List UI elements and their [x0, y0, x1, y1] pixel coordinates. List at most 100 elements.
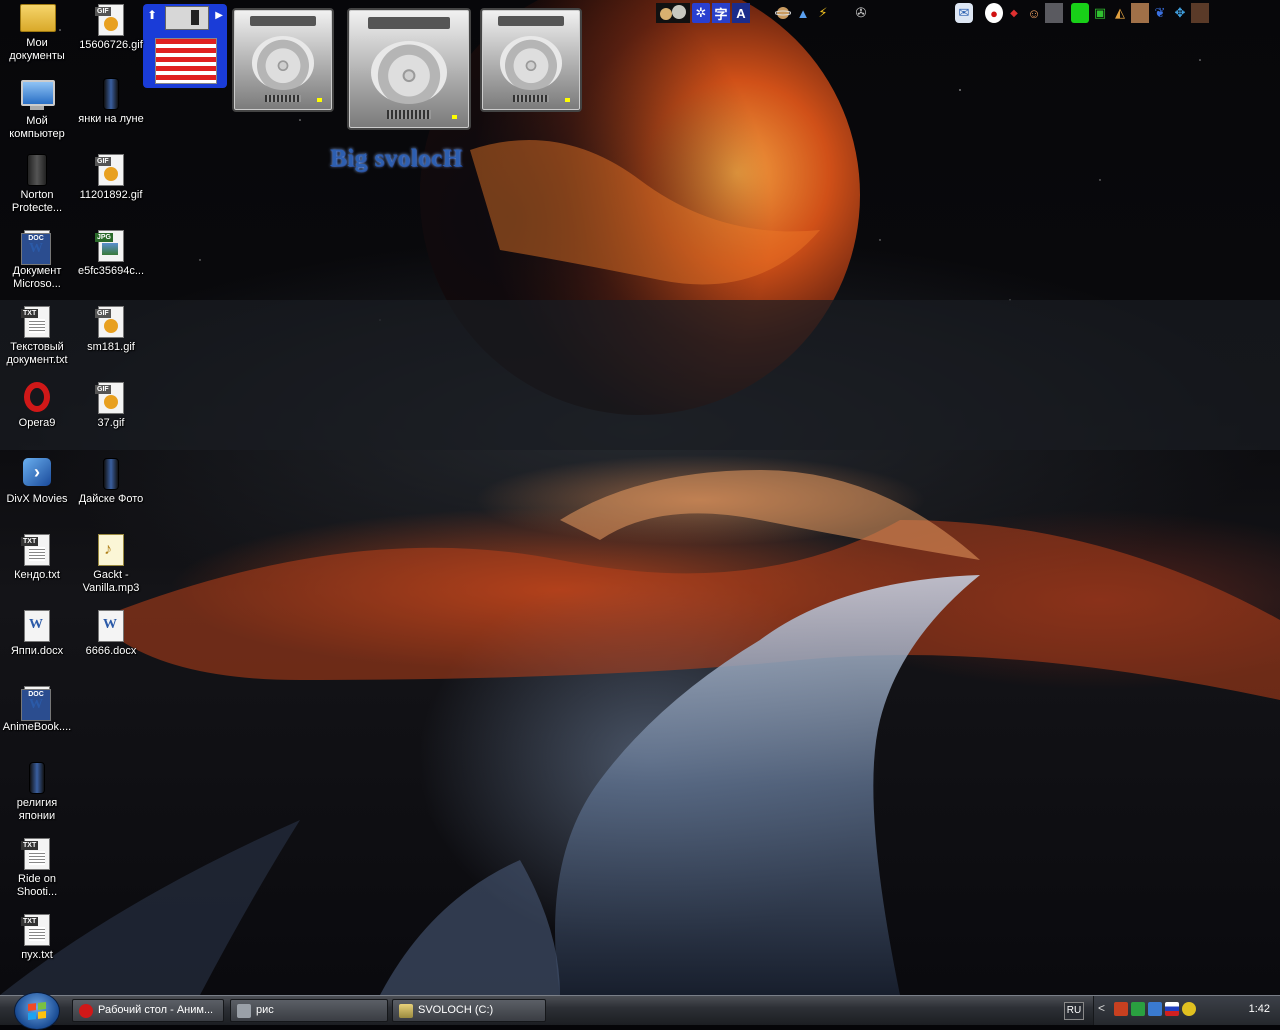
floppy-shutter — [165, 6, 209, 30]
icon-label: Ride on Shooti... — [16, 873, 58, 898]
tray-monitor-icon[interactable] — [1148, 1002, 1162, 1016]
triangle-icon[interactable]: ▲ — [794, 3, 812, 23]
flash-icon[interactable]: ⚡ — [814, 3, 832, 23]
floppy-drive-widget[interactable]: ⬆ ▶ — [143, 4, 227, 88]
desktop-icon-my-documents[interactable]: Мои документы — [0, 4, 74, 63]
clock[interactable]: 1:42 — [1249, 1003, 1270, 1015]
start-button[interactable] — [14, 992, 60, 1030]
planet-icon[interactable] — [774, 3, 792, 23]
icon-label: Документ Microso... — [12, 265, 62, 290]
icon-label: Текстовый документ.txt — [6, 341, 68, 366]
task-label: Рабочий стол - Аним... — [98, 1004, 214, 1016]
hard-drive-widget-2[interactable] — [347, 8, 471, 130]
desktop-icon-my-computer[interactable]: Мой компьютер — [0, 78, 74, 141]
word-document-icon: DOC W — [21, 230, 51, 265]
drive-icon — [399, 1003, 413, 1018]
gif-file-icon: GIF — [95, 4, 124, 36]
tray-flag-icon[interactable] — [1165, 1002, 1179, 1016]
green-icon[interactable] — [1071, 3, 1089, 23]
portrait-icon[interactable] — [1191, 3, 1209, 23]
desktop-icon-religion[interactable]: религия японии — [0, 762, 74, 823]
icon-label: Дайске Фото — [78, 493, 144, 505]
desktop-icon-animebook[interactable]: DOC W AnimeBook.... — [0, 686, 74, 734]
windows-logo-icon — [28, 1002, 46, 1020]
mail-icon[interactable]: ✉ — [955, 3, 973, 23]
my-documents-icon — [20, 4, 56, 34]
desktop-icon-yappi[interactable]: W Яппи.docx — [0, 610, 74, 658]
tray-antivirus-icon[interactable] — [1114, 1002, 1128, 1016]
shortcut-icon — [103, 458, 119, 490]
tray-icons — [1114, 1002, 1196, 1016]
desktop-icon-opera[interactable]: Opera9 — [0, 382, 74, 430]
grid-icon[interactable] — [1045, 3, 1063, 23]
tray-network-icon[interactable] — [1131, 1002, 1145, 1016]
desktop-icon-daiske[interactable]: Дайске Фото — [74, 458, 148, 506]
computer-icon — [21, 80, 55, 106]
top-toolbar-left: ✲ 字 A ▲ ⚡ ✇ — [656, 3, 870, 23]
icon-label: Мой компьютер — [9, 115, 65, 140]
photo-icon[interactable] — [1131, 3, 1149, 23]
hard-drive-widget-3[interactable] — [480, 8, 582, 112]
globe-icon[interactable]: ✲ — [692, 3, 710, 23]
desktop-icon-yanki[interactable]: янки на луне — [74, 78, 148, 126]
system-tray: RU < 1:42 — [1064, 996, 1280, 1025]
language-indicator[interactable]: RU — [1064, 1002, 1084, 1020]
text-file-icon: TXT — [21, 838, 50, 870]
icon-label: Яппи.docx — [10, 645, 64, 657]
desktop-icon-jpg-e5fc[interactable]: JPG e5fc35694c... — [74, 230, 148, 278]
desktop-icon-gackt[interactable]: ♪ Gackt - Vanilla.mp3 — [74, 534, 148, 595]
icon-label: Gackt - Vanilla.mp3 — [82, 569, 140, 594]
desktop-icon-pukh[interactable]: TXT пух.txt — [0, 914, 74, 962]
wallpaper-art — [0, 0, 1280, 995]
task-button-svoloch[interactable]: SVOLOCH (C:) — [392, 999, 546, 1022]
platter-icon — [370, 40, 448, 105]
mp3-file-icon: ♪ — [98, 534, 124, 566]
arrow-right-icon: ▶ — [215, 10, 223, 21]
icon-label: 11201892.gif — [79, 189, 143, 201]
desktop-icon-doc-microsoft[interactable]: DOC W Документ Microso... — [0, 230, 74, 291]
word-document-icon: W — [24, 610, 50, 642]
icon-label: религия японии — [16, 797, 58, 822]
opera-icon — [24, 382, 50, 412]
monitor-icon[interactable]: ▣ — [1091, 3, 1109, 23]
desktop-icon-norton[interactable]: Norton Protecte... — [0, 154, 74, 215]
gif-file-icon: GIF — [95, 306, 124, 338]
task-button-ris[interactable]: рис — [230, 999, 388, 1022]
blue-bird-icon[interactable]: ❦ — [1151, 3, 1169, 23]
shortcut-icon — [29, 762, 45, 794]
desktop-icon-gif-15606726[interactable]: GIF 15606726.gif — [74, 4, 148, 52]
icon-label: DivX Movies — [6, 493, 68, 505]
film-icon[interactable]: ✇ — [852, 3, 870, 23]
people-icon[interactable]: ☺ — [1025, 3, 1043, 23]
task-button-desktop[interactable]: Рабочий стол - Аним... — [72, 999, 224, 1022]
butterfly-icon[interactable]: ✥ — [1171, 3, 1189, 23]
red-circle-icon[interactable]: ● — [985, 3, 1003, 23]
icon-label: Кендо.txt — [14, 569, 60, 581]
desktop-icon-gif-sm181[interactable]: GIF sm181.gif — [74, 306, 148, 354]
shortcut-icon — [103, 78, 119, 110]
tray-volume-icon[interactable] — [1182, 1002, 1196, 1016]
desktop-icon-gif-37[interactable]: GIF 37.gif — [74, 382, 148, 430]
desktop-icon-divx[interactable]: › DivX Movies — [0, 458, 74, 506]
show-hidden-icons-button[interactable]: < — [1098, 1001, 1105, 1015]
desktop-icon-ride-on[interactable]: TXT Ride on Shooti... — [0, 838, 74, 899]
norton-icon — [27, 154, 47, 186]
kanji-icon[interactable]: 字 — [712, 3, 730, 23]
desktop-icon-docx-6666[interactable]: W 6666.docx — [74, 610, 148, 658]
word-document-icon: W — [98, 610, 124, 642]
translate-icon[interactable]: A — [732, 3, 750, 23]
desktop-icon-text-doc[interactable]: TXT Текстовый документ.txt — [0, 306, 74, 367]
taskbar: Рабочий стол - Аним... рис SVOLOCH (C:) … — [0, 992, 1280, 1030]
planets-icon[interactable] — [656, 3, 690, 23]
icon-label: e5fc35694c... — [77, 265, 145, 277]
desktop-icon-kendo[interactable]: TXT Кендо.txt — [0, 534, 74, 582]
hard-drive-widget-1[interactable] — [232, 8, 334, 112]
120-icon[interactable]: ◆ — [1005, 3, 1023, 23]
top-toolbar-right: ✉ ● ◆ ☺ ▣ ◭ ❦ ✥ — [955, 3, 1209, 23]
pizza-icon[interactable]: ◭ — [1111, 3, 1129, 23]
desktop-icon-gif-11201892[interactable]: GIF 11201892.gif — [74, 154, 148, 202]
platter-icon — [251, 36, 315, 90]
text-file-icon: TXT — [21, 534, 50, 566]
gif-file-icon: GIF — [95, 154, 124, 186]
opera-icon — [79, 1003, 93, 1018]
